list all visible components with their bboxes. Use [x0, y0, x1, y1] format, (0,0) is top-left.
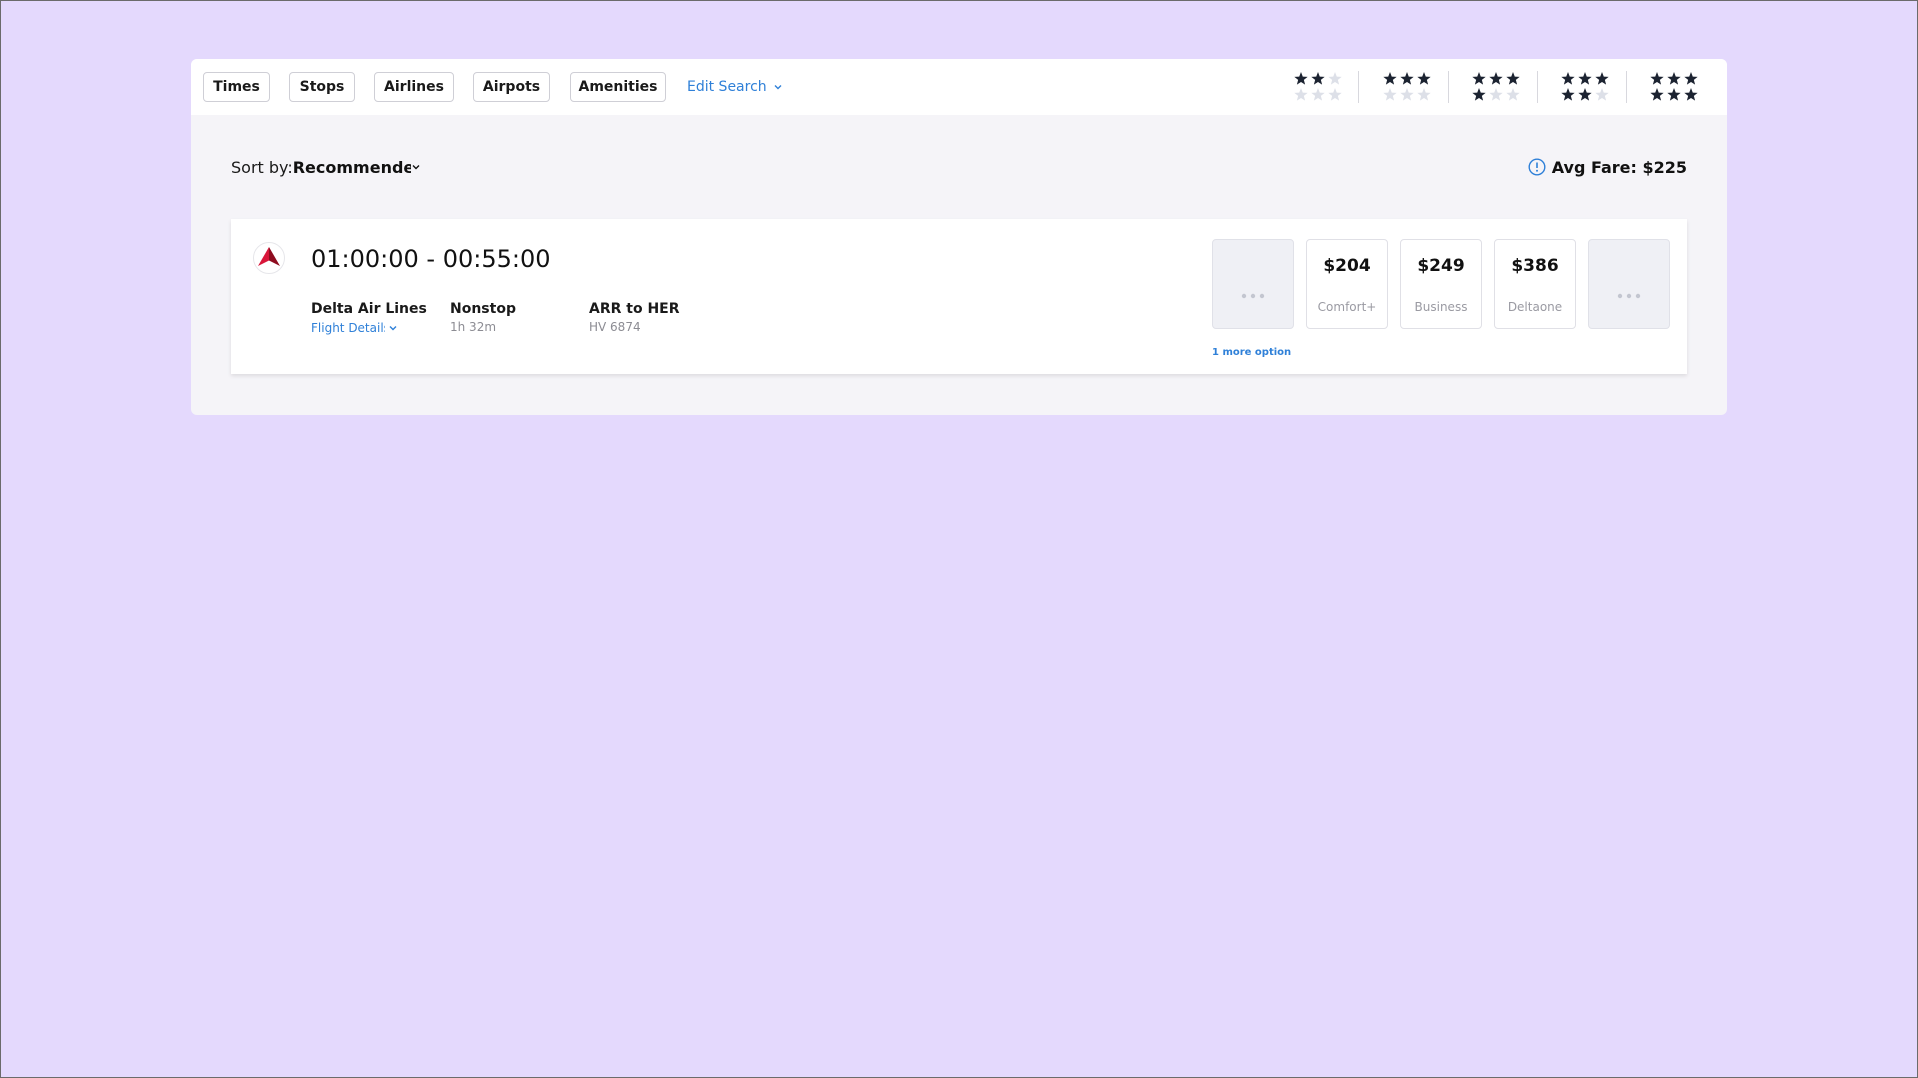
star-icon	[1311, 88, 1325, 101]
flight-results-panel: Times Stops Airlines Airpots Amenities E…	[191, 59, 1727, 415]
star-rating-3-filter[interactable]	[1380, 71, 1440, 103]
star-icon	[1506, 72, 1520, 85]
star-icon	[1595, 88, 1609, 101]
filter-airlines-button[interactable]: Airlines	[374, 72, 454, 102]
star-icon	[1294, 72, 1308, 85]
star-icon	[1684, 88, 1698, 101]
star-icon	[1328, 72, 1342, 85]
ellipsis-icon	[1213, 284, 1293, 303]
avg-fare-text: Avg Fare: $225	[1551, 157, 1687, 177]
star-icon	[1578, 72, 1592, 85]
star-icon	[1595, 72, 1609, 85]
star-icon	[1383, 72, 1431, 101]
fare-option-placeholder[interactable]	[1588, 239, 1670, 329]
star-icon	[1400, 88, 1414, 101]
star-rating-2-filter[interactable]	[1291, 71, 1351, 103]
star-rating-4-filter[interactable]	[1469, 71, 1529, 103]
stops-label: Nonstop	[450, 301, 516, 317]
fare-price: $204	[1323, 256, 1371, 276]
airline-name: Delta Air Lines	[311, 301, 427, 317]
fare-price: $249	[1417, 256, 1465, 276]
flight-card: 01:00:00 - 00:55:00 Delta Air Lines Flig…	[231, 219, 1687, 374]
star-icon	[1667, 88, 1681, 101]
star-icon	[1311, 72, 1325, 85]
star-icon	[1650, 72, 1698, 101]
fare-option-business[interactable]: $249 Business	[1400, 239, 1482, 329]
flight-times: 01:00:00 - 00:55:00	[311, 245, 551, 273]
star-icon	[1383, 72, 1397, 85]
fare-class: Comfort+	[1317, 300, 1377, 314]
fare-option-placeholder[interactable]	[1212, 239, 1294, 329]
divider	[1626, 71, 1627, 103]
fare-option-comfort-plus[interactable]: $204 Comfort+	[1306, 239, 1388, 329]
star-icon	[1472, 72, 1520, 101]
star-rating-6-filter[interactable]	[1647, 71, 1707, 103]
fare-class: Business	[1414, 300, 1468, 314]
sort-label: Sort by:	[231, 157, 293, 177]
star-icon	[1383, 88, 1397, 101]
star-icon	[1417, 72, 1431, 85]
filter-stops-button[interactable]: Stops	[289, 72, 355, 102]
airline-column: Delta Air Lines Flight Details	[311, 301, 427, 335]
star-icon	[1417, 88, 1431, 101]
star-icon	[1578, 88, 1592, 101]
filter-bar: Times Stops Airlines Airpots Amenities E…	[191, 59, 1727, 115]
route: ARR to HER	[589, 301, 680, 317]
star-icon	[1294, 88, 1308, 101]
flight-number: HV 6874	[589, 320, 641, 334]
chevron-down-icon	[389, 326, 397, 331]
info-icon[interactable]	[1528, 158, 1546, 176]
sort-control[interactable]: Sort by: Recommended	[231, 156, 421, 178]
fare-option-deltaone[interactable]: $386 Deltaone	[1494, 239, 1576, 329]
filter-amenities-button[interactable]: Amenities	[570, 72, 666, 102]
duration: 1h 32m	[450, 320, 497, 334]
chevron-down-icon	[774, 85, 782, 90]
star-icon	[1294, 72, 1342, 101]
star-icon	[1328, 88, 1342, 101]
star-icon	[1489, 72, 1503, 85]
star-icon	[1489, 88, 1503, 101]
route-column: ARR to HER HV 6874	[589, 301, 680, 334]
star-rating-5-filter[interactable]	[1558, 71, 1618, 103]
flight-details-link[interactable]: Flight Details	[311, 321, 427, 335]
divider	[1448, 71, 1449, 103]
edit-search-link[interactable]: Edit Search	[687, 72, 783, 102]
star-icon	[1650, 88, 1664, 101]
star-icon	[1561, 88, 1575, 101]
edit-search-label: Edit Search	[687, 79, 767, 95]
star-icon	[1667, 72, 1681, 85]
ellipsis-icon	[1589, 284, 1669, 303]
star-icon	[1561, 72, 1575, 85]
star-icon	[1472, 72, 1486, 85]
fare-class: Deltaone	[1507, 300, 1563, 314]
chevron-down-icon	[412, 165, 420, 170]
star-icon	[1561, 72, 1609, 101]
fare-price: $386	[1511, 256, 1559, 276]
stops-column: Nonstop 1h 32m	[450, 301, 516, 334]
star-icon	[1506, 88, 1520, 101]
delta-logo-icon	[253, 242, 285, 274]
divider	[1358, 71, 1359, 103]
star-icon	[1684, 72, 1698, 85]
star-icon	[1472, 88, 1486, 101]
filter-times-button[interactable]: Times	[203, 72, 270, 102]
flight-details-label: Flight Details	[311, 321, 385, 335]
star-icon	[1650, 72, 1664, 85]
filter-airports-button[interactable]: Airpots	[473, 72, 550, 102]
avg-fare: Avg Fare: $225	[1528, 156, 1687, 178]
sort-value: Recommended	[292, 157, 411, 177]
more-options-link[interactable]: 1 more option	[1212, 347, 1291, 358]
star-icon	[1400, 72, 1414, 85]
divider	[1537, 71, 1538, 103]
